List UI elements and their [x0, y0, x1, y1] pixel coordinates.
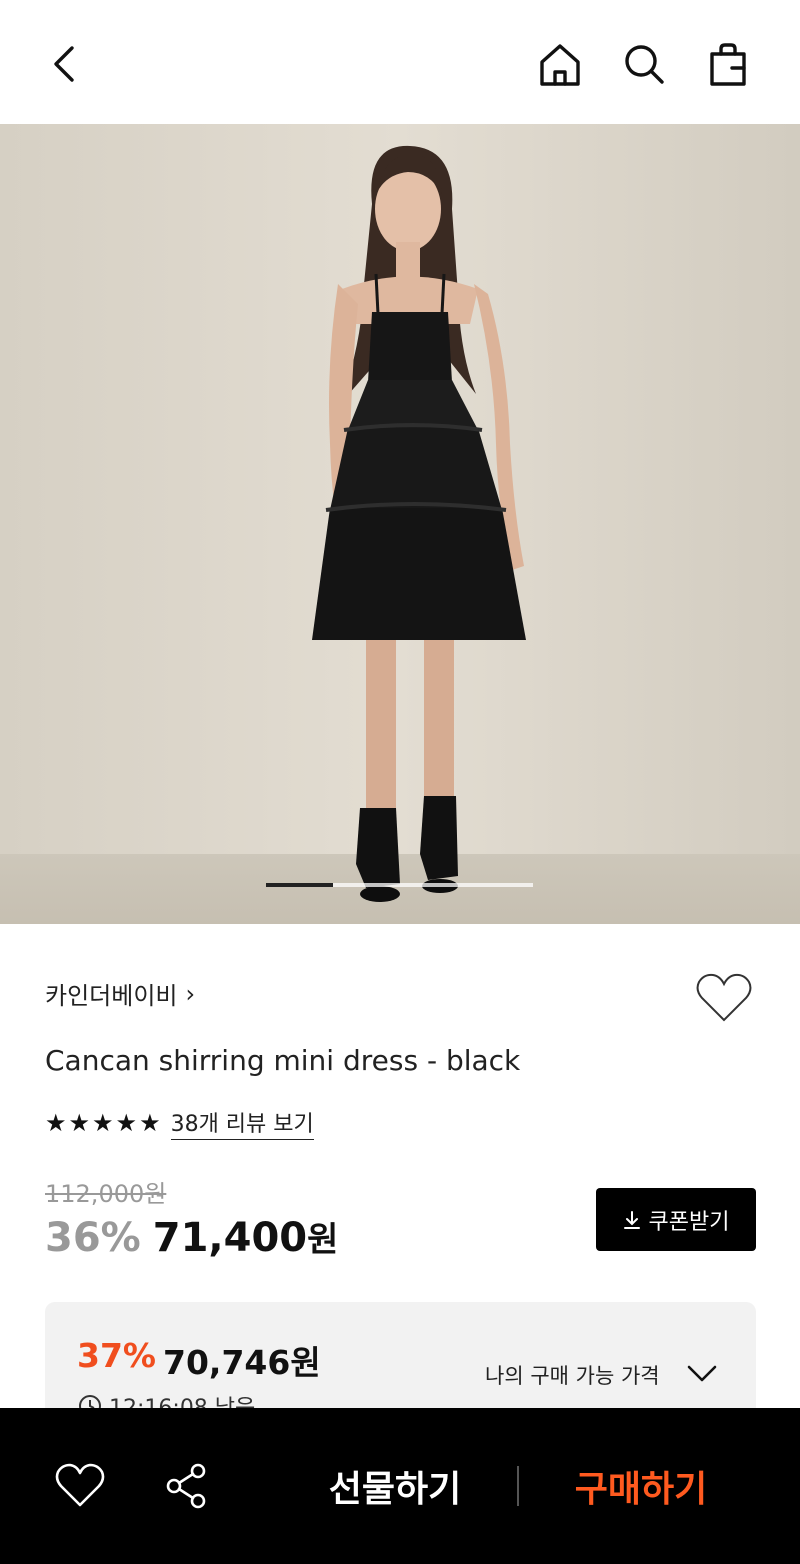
- gallery-indicator: [266, 883, 533, 887]
- heart-icon: [55, 1463, 105, 1507]
- gallery-indicator-active: [266, 883, 333, 887]
- star-icon: ★: [68, 1109, 91, 1137]
- share-icon: [166, 1463, 206, 1509]
- product-photo: [0, 124, 800, 924]
- brand-name: 카인더베이비: [45, 982, 178, 1010]
- bottom-action-bar: 선물하기 구매하기: [0, 1408, 800, 1564]
- star-rating: ★ ★ ★ ★ ★: [45, 1111, 161, 1135]
- chevron-left-icon: [54, 46, 74, 82]
- brand-link[interactable]: 카인더베이비 ›: [45, 976, 195, 1011]
- my-price-value: 70,746원: [163, 1343, 321, 1382]
- review-link[interactable]: 38개 리뷰 보기: [170, 1106, 314, 1140]
- shopping-bag-icon: [710, 43, 746, 86]
- coupon-button[interactable]: 쿠폰받기: [596, 1188, 756, 1251]
- product-title: Cancan shirring mini dress - black: [45, 1044, 521, 1077]
- discount-percent: 36%: [45, 1215, 141, 1261]
- download-icon: [623, 1210, 640, 1229]
- bag-button[interactable]: [700, 36, 756, 92]
- product-image[interactable]: [0, 124, 800, 924]
- currency-unit: 원: [307, 1220, 339, 1260]
- my-price-label[interactable]: 나의 구매 가능 가격: [485, 1360, 660, 1390]
- chevron-right-icon: ›: [185, 979, 196, 1008]
- sale-price-row: 36% 71,400 원: [45, 1212, 338, 1261]
- star-icon: ★: [45, 1109, 67, 1137]
- buy-button[interactable]: 구매하기: [556, 1458, 726, 1514]
- search-button[interactable]: [616, 36, 672, 92]
- chevron-down-icon[interactable]: [685, 1358, 719, 1388]
- rating-row: ★ ★ ★ ★ ★ 38개 리뷰 보기: [45, 1106, 314, 1140]
- bar-divider: [517, 1466, 519, 1506]
- heart-icon: [696, 973, 752, 1022]
- home-button[interactable]: [532, 36, 588, 92]
- my-discount-percent: 37%: [77, 1336, 156, 1375]
- wishlist-button[interactable]: [694, 970, 754, 1026]
- search-icon: [625, 45, 664, 84]
- star-icon: ★: [139, 1109, 161, 1137]
- share-button[interactable]: [158, 1458, 214, 1514]
- gift-button[interactable]: 선물하기: [310, 1458, 480, 1514]
- bottom-wishlist-button[interactable]: [52, 1458, 108, 1514]
- back-button[interactable]: [38, 36, 94, 92]
- sale-price: 71,400: [152, 1215, 308, 1261]
- original-price: 112,000원: [45, 1180, 167, 1208]
- star-icon: ★: [92, 1109, 114, 1137]
- top-header: [0, 0, 800, 124]
- coupon-label: 쿠폰받기: [648, 1209, 730, 1235]
- home-icon: [540, 44, 580, 86]
- star-icon: ★: [115, 1109, 138, 1137]
